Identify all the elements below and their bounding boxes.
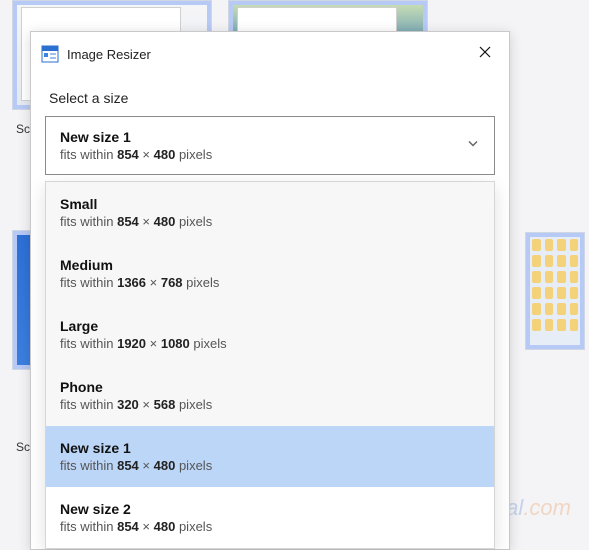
close-icon — [479, 45, 491, 63]
image-resizer-dialog: Image Resizer Select a size New size 1 f… — [30, 31, 510, 550]
size-option-large[interactable]: Large fits within 1920 × 1080 pixels — [46, 304, 494, 365]
size-option-phone[interactable]: Phone fits within 320 × 568 pixels — [46, 365, 494, 426]
bg-thumbnail — [525, 232, 585, 350]
combobox-selected-name: New size 1 — [60, 129, 456, 145]
app-icon — [41, 45, 59, 63]
size-option-medium[interactable]: Medium fits within 1366 × 768 pixels — [46, 243, 494, 304]
titlebar: Image Resizer — [31, 32, 509, 72]
select-size-label: Select a size — [31, 72, 509, 116]
size-option-new-size-2[interactable]: New size 2 fits within 854 × 480 pixels — [46, 487, 494, 548]
dialog-title: Image Resizer — [67, 47, 471, 62]
chevron-down-icon — [466, 136, 480, 155]
combobox-selected-detail: fits within 854 × 480 pixels — [60, 147, 456, 162]
size-combobox[interactable]: New size 1 fits within 854 × 480 pixels — [45, 116, 495, 175]
bg-caption: Sc — [16, 122, 30, 136]
close-button[interactable] — [471, 40, 499, 68]
bg-caption: Sc — [16, 440, 30, 454]
size-listbox: Small fits within 854 × 480 pixels Mediu… — [45, 181, 495, 549]
size-option-small[interactable]: Small fits within 854 × 480 pixels — [46, 182, 494, 243]
size-option-new-size-1[interactable]: New size 1 fits within 854 × 480 pixels — [46, 426, 494, 487]
